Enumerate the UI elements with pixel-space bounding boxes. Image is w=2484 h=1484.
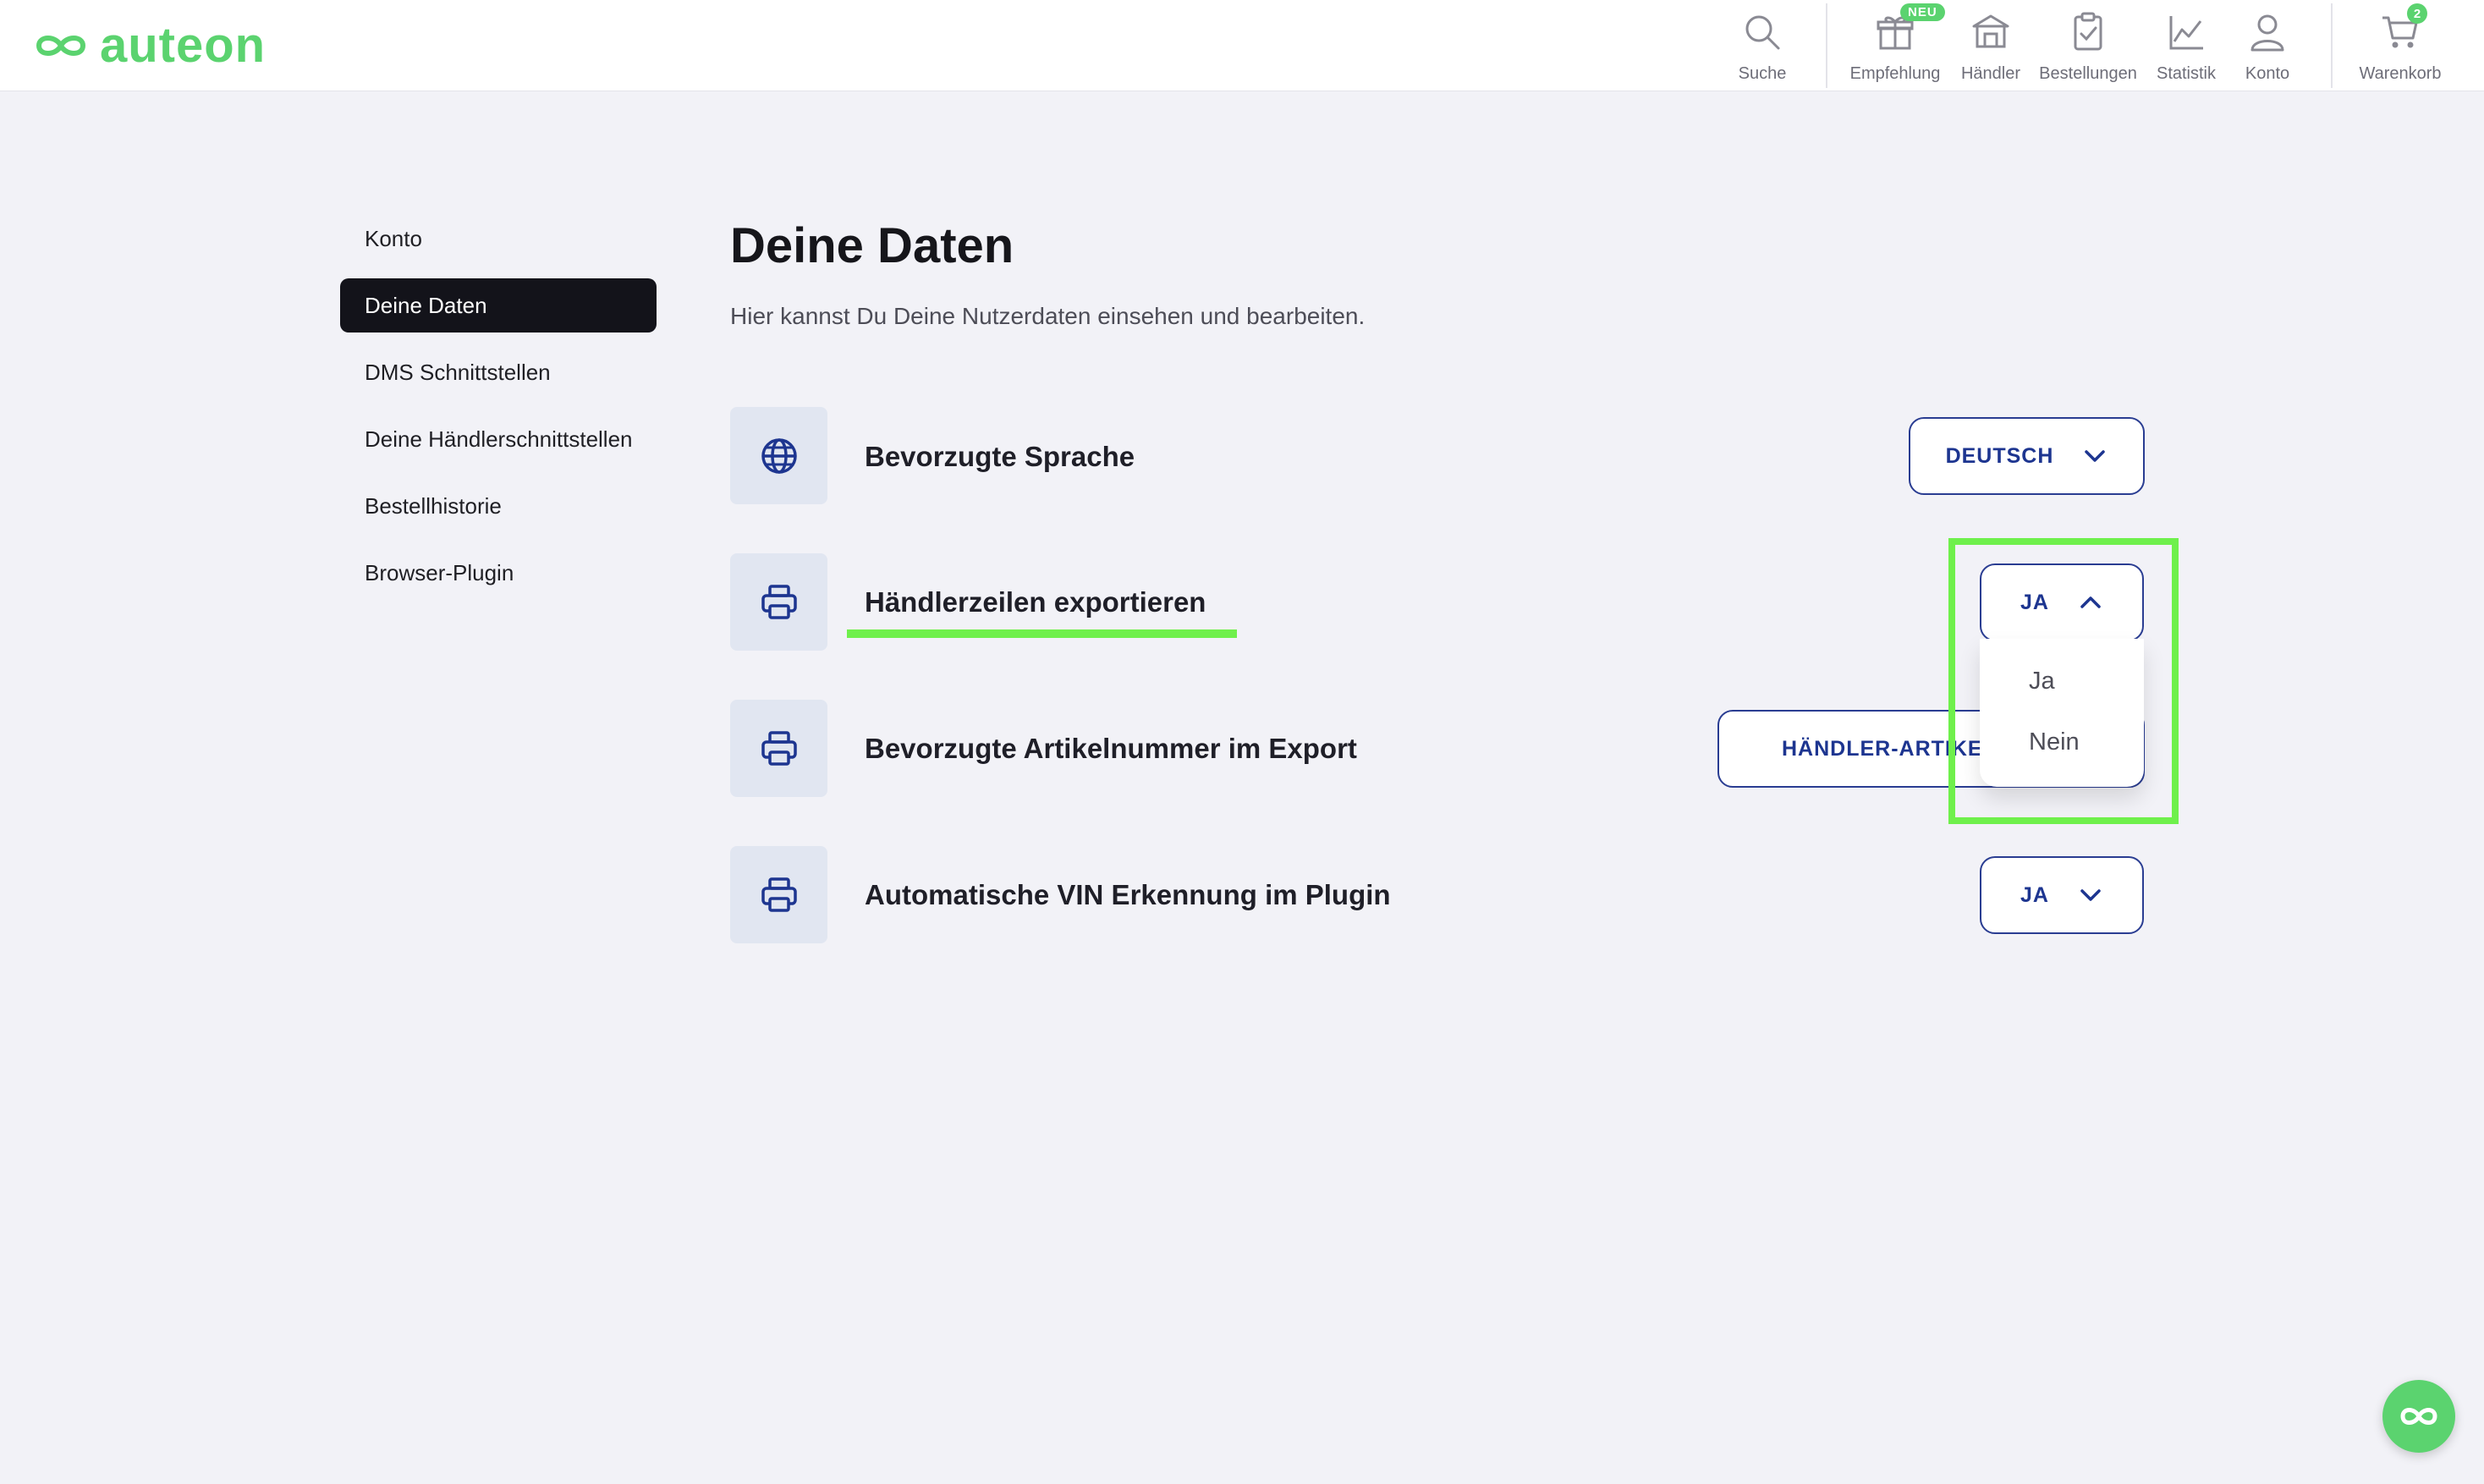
globe-icon bbox=[761, 437, 797, 474]
setting-icon-tile bbox=[730, 846, 827, 943]
chevron-down-icon bbox=[2080, 889, 2101, 901]
sidebar-item-haendlerschnittstellen[interactable]: Deine Händlerschnittstellen bbox=[340, 412, 657, 466]
nav-label: Empfehlung bbox=[1849, 64, 1941, 83]
sidebar-item-deine-daten[interactable]: Deine Daten bbox=[340, 278, 657, 333]
nav-orders[interactable]: Bestellungen bbox=[2037, 8, 2139, 86]
auteon-logo[interactable]: auteon bbox=[34, 19, 266, 73]
vin-detection-select[interactable]: JA bbox=[1980, 856, 2144, 934]
chat-button[interactable] bbox=[2382, 1380, 2455, 1453]
nav-label: Bestellungen bbox=[2039, 64, 2137, 83]
nav-account[interactable]: Konto bbox=[2217, 8, 2318, 86]
auteon-logo-icon bbox=[36, 36, 86, 56]
store-icon bbox=[1972, 14, 2009, 48]
printer-icon bbox=[761, 730, 797, 766]
brand-name: auteon bbox=[100, 18, 267, 73]
line-chart-icon bbox=[2169, 16, 2203, 50]
page-subtitle: Hier kannst Du Deine Nutzerdaten einsehe… bbox=[730, 303, 1366, 329]
sidebar-item-konto[interactable]: Konto bbox=[340, 212, 657, 266]
clipboard-check-icon bbox=[2074, 12, 2102, 51]
language-select[interactable]: DEUTSCH bbox=[1909, 417, 2145, 495]
printer-icon bbox=[761, 584, 797, 619]
nav-label: Warenkorb bbox=[2359, 64, 2442, 83]
nav-label: Suche bbox=[1738, 64, 1787, 83]
search-icon bbox=[1745, 15, 1780, 50]
select-value: DEUTSCH bbox=[1945, 443, 2054, 468]
nav-label: Konto bbox=[2245, 64, 2290, 83]
account-sidebar: Konto Deine Daten DMS Schnittstellen Dei… bbox=[340, 212, 657, 613]
nav-recommendation[interactable]: NEU Empfehlung bbox=[1844, 3, 1946, 86]
chevron-down-icon bbox=[2085, 450, 2106, 462]
setting-icon-tile bbox=[730, 700, 827, 797]
highlight-box bbox=[1948, 538, 2179, 824]
setting-label-article-number: Bevorzugte Artikelnummer im Export bbox=[865, 733, 1357, 764]
highlight-underline bbox=[847, 629, 1237, 638]
sidebar-item-dms-schnittstellen[interactable]: DMS Schnittstellen bbox=[340, 345, 657, 399]
nav-label: Händler bbox=[1960, 64, 2021, 83]
auteon-logo-icon bbox=[2400, 1408, 2437, 1425]
select-value: JA bbox=[2020, 882, 2049, 907]
setting-label-language: Bevorzugte Sprache bbox=[865, 441, 1135, 472]
nav-search[interactable]: Suche bbox=[1712, 8, 1813, 86]
nav-divider bbox=[1826, 3, 1827, 88]
setting-icon-tile bbox=[730, 553, 827, 651]
setting-label-vin-detection: Automatische VIN Erkennung im Plugin bbox=[865, 879, 1391, 910]
nav-cart[interactable]: 2 Warenkorb bbox=[2349, 3, 2451, 86]
new-badge: NEU bbox=[1900, 3, 1945, 21]
sidebar-item-browser-plugin[interactable]: Browser-Plugin bbox=[340, 546, 657, 600]
setting-icon-tile bbox=[730, 407, 827, 504]
nav-label: Statistik bbox=[2156, 64, 2217, 83]
user-icon bbox=[2250, 14, 2284, 52]
cart-count-badge: 2 bbox=[2407, 3, 2427, 24]
printer-icon bbox=[761, 877, 797, 912]
nav-divider bbox=[2331, 3, 2333, 88]
top-header: auteon Suche NEU Empfehlung Händler Best… bbox=[0, 0, 2484, 91]
setting-label-dealer-lines-export: Händlerzeilen exportieren bbox=[865, 586, 1206, 618]
sidebar-item-bestellhistorie[interactable]: Bestellhistorie bbox=[340, 479, 657, 533]
nav-dealers[interactable]: Händler bbox=[1940, 8, 2042, 86]
page-title: Deine Daten bbox=[730, 218, 1014, 273]
